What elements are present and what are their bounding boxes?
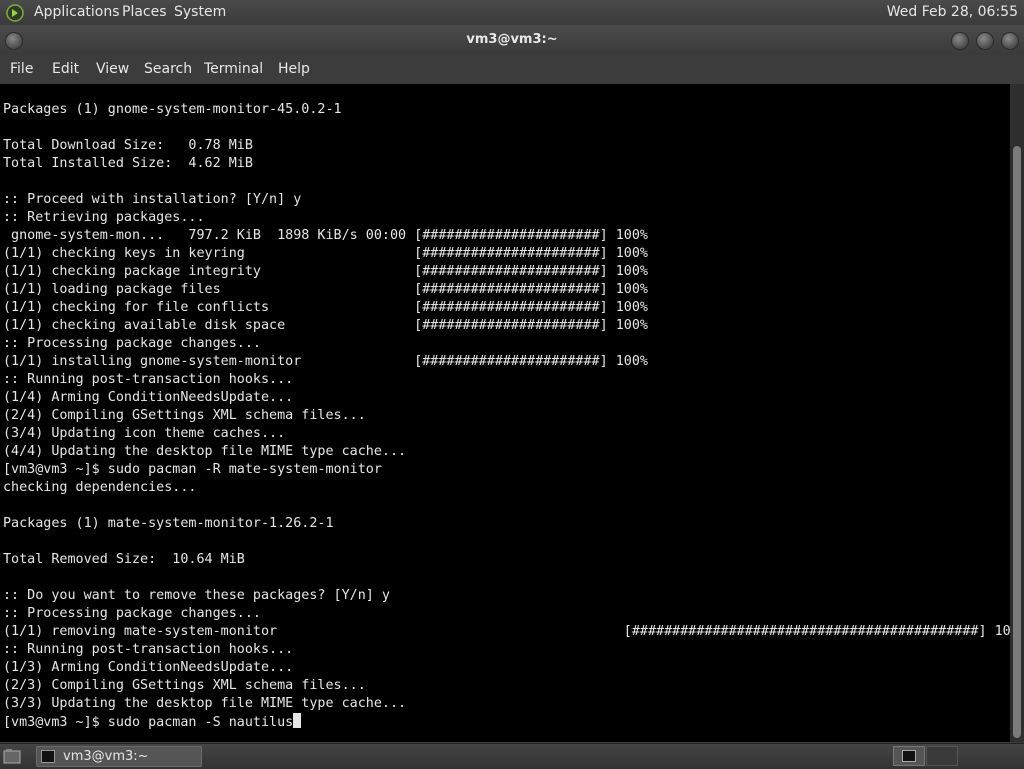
terminal-line: :: Running post-transaction hooks...: [3, 372, 294, 387]
terminal-line: (1/1) loading package files [###########…: [3, 282, 648, 297]
applications-logo-icon[interactable]: [6, 4, 24, 22]
clock[interactable]: Wed Feb 28, 06:55: [887, 0, 1018, 25]
taskbar-terminal-task[interactable]: vm3@vm3:~: [36, 746, 202, 767]
text-cursor: [293, 713, 302, 728]
close-icon[interactable]: [1001, 32, 1019, 50]
terminal-line: :: Running post-transaction hooks...: [3, 642, 294, 657]
show-desktop-icon[interactable]: [3, 748, 21, 764]
taskbar-task-label: vm3@vm3:~: [63, 749, 149, 764]
workspace-1[interactable]: [893, 746, 925, 766]
terminal-line: (1/1) checking for file conflicts [#####…: [3, 300, 648, 315]
terminal-line: :: Processing package changes...: [3, 606, 261, 621]
system-menu[interactable]: System: [174, 0, 226, 25]
terminal-line: (1/4) Arming ConditionNeedsUpdate...: [3, 390, 294, 405]
workspace-window-icon: [902, 750, 916, 762]
terminal-line: (1/1) checking package integrity [######…: [3, 264, 648, 279]
terminal-line: (1/1) checking available disk space [###…: [3, 318, 648, 333]
menu-search[interactable]: Search: [144, 55, 192, 83]
bottom-panel: vm3@vm3:~: [0, 743, 1024, 769]
minimize-icon[interactable]: [951, 32, 969, 50]
terminal-line: (1/3) Arming ConditionNeedsUpdate...: [3, 660, 294, 675]
terminal-line: (1/1) checking keys in keyring [########…: [3, 246, 648, 261]
terminal-line: Total Installed Size: 4.62 MiB: [3, 156, 253, 171]
applications-menu[interactable]: Applications: [34, 0, 120, 25]
terminal-line: (3/4) Updating icon theme caches...: [3, 426, 286, 441]
maximize-icon[interactable]: [976, 32, 994, 50]
terminal-line: (3/3) Updating the desktop file MIME typ…: [3, 696, 407, 711]
title-bar[interactable]: vm3@vm3:~: [0, 25, 1024, 55]
terminal-line: Total Removed Size: 10.64 MiB: [3, 552, 245, 567]
terminal-line: (1/1) installing gnome-system-monitor [#…: [3, 354, 648, 369]
terminal-line: gnome-system-mon... 797.2 KiB 1898 KiB/s…: [3, 228, 648, 243]
terminal-line: checking dependencies...: [3, 480, 197, 495]
terminal-line: (2/4) Compiling GSettings XML schema fil…: [3, 408, 366, 423]
terminal-prompt[interactable]: [vm3@vm3 ~]$ sudo pacman -S nautilus: [3, 715, 293, 730]
menu-edit[interactable]: Edit: [52, 55, 79, 83]
terminal-line: :: Proceed with installation? [Y/n] y: [3, 192, 302, 207]
menu-view[interactable]: View: [96, 55, 129, 83]
menu-help[interactable]: Help: [278, 55, 310, 83]
window-title: vm3@vm3:~: [466, 32, 558, 47]
terminal-line: Packages (1) mate-system-monitor-1.26.2-…: [3, 516, 334, 531]
terminal-line: Total Download Size: 0.78 MiB: [3, 138, 253, 153]
terminal-line: :: Processing package changes...: [3, 336, 261, 351]
menu-file[interactable]: File: [10, 55, 33, 83]
terminal-icon: [41, 750, 55, 763]
terminal-output[interactable]: Packages (1) gnome-system-monitor-45.0.2…: [0, 84, 1010, 742]
terminal-line: Packages (1) gnome-system-monitor-45.0.2…: [3, 102, 342, 117]
places-menu[interactable]: Places: [122, 0, 167, 25]
terminal-line: :: Retrieving packages...: [3, 210, 205, 225]
terminal-line: (1/1) removing mate-system-monitor [####…: [3, 624, 1010, 639]
workspace-2[interactable]: [926, 746, 958, 766]
terminal-line: [vm3@vm3 ~]$ sudo pacman -R mate-system-…: [3, 462, 382, 477]
terminal-line: (4/4) Updating the desktop file MIME typ…: [3, 444, 407, 459]
terminal-text: Packages (1) gnome-system-monitor-45.0.2…: [3, 84, 1010, 732]
top-panel: Applications Places System Wed Feb 28, 0…: [0, 0, 1024, 26]
menu-bar: File Edit View Search Terminal Help: [0, 55, 1024, 83]
scrollbar-thumb[interactable]: [1013, 146, 1021, 738]
terminal-line: (2/3) Compiling GSettings XML schema fil…: [3, 678, 366, 693]
menu-terminal[interactable]: Terminal: [204, 55, 263, 83]
terminal-scrollbar[interactable]: [1010, 84, 1024, 742]
terminal-line: :: Do you want to remove these packages?…: [3, 588, 390, 603]
